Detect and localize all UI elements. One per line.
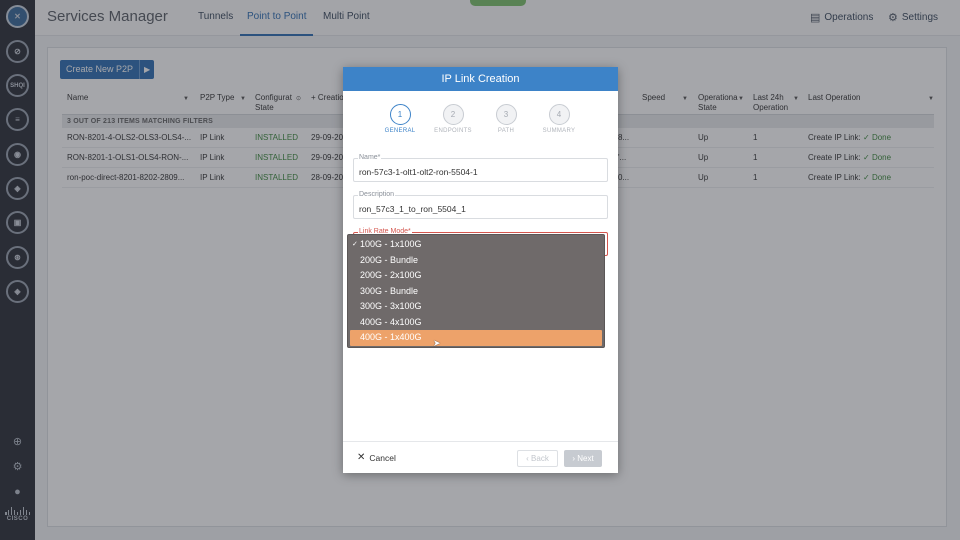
dialog-title: IP Link Creation <box>343 67 618 91</box>
step-general[interactable]: 1 GENERAL <box>370 104 430 134</box>
next-button[interactable]: › Next <box>564 450 602 467</box>
step-endpoints[interactable]: 2 ENDPOINTS <box>423 104 483 134</box>
step-summary[interactable]: 4 SUMMARY <box>529 104 589 134</box>
option-300g-3x100g[interactable]: 300G - 3x100G <box>348 299 604 315</box>
step-label: SUMMARY <box>542 128 576 134</box>
check-icon: ✓ <box>352 241 358 248</box>
option-400g-1x400g[interactable]: 400G - 1x400G <box>350 330 602 346</box>
cancel-button[interactable]: ✕ Cancel <box>357 452 396 463</box>
option-200g-bundle[interactable]: 200G - Bundle <box>348 253 604 269</box>
step-number: 4 <box>548 104 570 125</box>
mouse-cursor-icon: ➤ <box>433 338 441 348</box>
option-200g-2x100g[interactable]: 200G - 2x100G <box>348 268 604 284</box>
next-label: Next <box>577 454 594 463</box>
step-number: 1 <box>389 104 411 125</box>
step-label: ENDPOINTS <box>434 128 472 134</box>
description-value[interactable]: ron_57c3_1_to_ron_5504_1 <box>359 204 466 214</box>
step-path[interactable]: 3 PATH <box>476 104 536 134</box>
step-number: 3 <box>495 104 517 125</box>
link-rate-dropdown: ✓ 100G - 1x100G 200G - Bundle 200G - 2x10… <box>347 234 605 348</box>
option-400g-4x100g[interactable]: 400G - 4x100G <box>348 315 604 331</box>
close-icon: ✕ <box>357 452 366 463</box>
step-label: PATH <box>497 128 515 134</box>
name-label: Name* <box>358 154 382 161</box>
name-field[interactable]: Name* ron-57c3-1-olt1-olt2-ron-5504-1 <box>353 154 608 182</box>
option-300g-bundle[interactable]: 300G - Bundle <box>348 284 604 300</box>
description-label: Description <box>358 191 396 198</box>
step-label: GENERAL <box>384 128 416 134</box>
name-value[interactable]: ron-57c3-1-olt1-olt2-ron-5504-1 <box>359 167 478 177</box>
cancel-label: Cancel <box>369 452 396 463</box>
description-field[interactable]: Description ron_57c3_1_to_ron_5504_1 <box>353 191 608 219</box>
back-button[interactable]: ‹ Back <box>517 450 558 467</box>
wizard-stepper: 1 GENERAL 2 ENDPOINTS 3 PATH 4 SUMMARY <box>343 91 618 139</box>
back-label: Back <box>531 454 549 463</box>
option-100g-1x100g[interactable]: ✓ 100G - 1x100G <box>348 237 604 253</box>
dialog-footer: ✕ Cancel ‹ Back › Next <box>343 441 618 473</box>
step-number: 2 <box>442 104 464 125</box>
